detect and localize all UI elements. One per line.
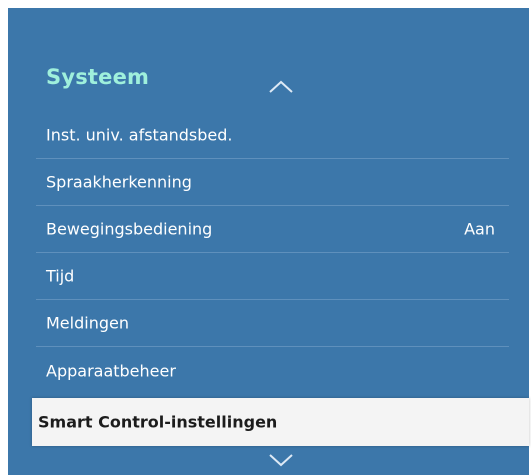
menu-item-device-manager[interactable]: Apparaatbeheer: [36, 347, 509, 394]
menu-item-time[interactable]: Tijd: [36, 253, 509, 300]
menu-item-label: Smart Control-instellingen: [38, 412, 278, 432]
menu-item-label: Tijd: [46, 266, 75, 286]
settings-panel: Systeem Inst. univ. afstandsbed. Spraakh…: [8, 8, 529, 475]
menu-item-universal-remote-setup[interactable]: Inst. univ. afstandsbed.: [36, 112, 509, 159]
menu-item-smart-control-settings[interactable]: Smart Control-instellingen: [32, 398, 529, 446]
menu-item-label: Inst. univ. afstandsbed.: [46, 125, 233, 145]
menu-title: Systeem: [46, 65, 150, 89]
menu-item-motion-control[interactable]: Bewegingsbediening Aan: [36, 206, 509, 253]
menu-item-label: Meldingen: [46, 313, 129, 333]
menu-item-label: Bewegingsbediening: [46, 219, 213, 239]
settings-menu: Inst. univ. afstandsbed. Spraakherkennin…: [32, 112, 529, 446]
menu-item-voice-recognition[interactable]: Spraakherkenning: [36, 159, 509, 206]
menu-item-notifications[interactable]: Meldingen: [36, 300, 509, 347]
menu-item-value: Aan: [464, 219, 495, 239]
chevron-down-icon[interactable]: [266, 449, 296, 473]
menu-item-label: Apparaatbeheer: [46, 361, 176, 380]
menu-item-label: Spraakherkenning: [46, 172, 192, 192]
chevron-up-icon[interactable]: [266, 72, 296, 102]
